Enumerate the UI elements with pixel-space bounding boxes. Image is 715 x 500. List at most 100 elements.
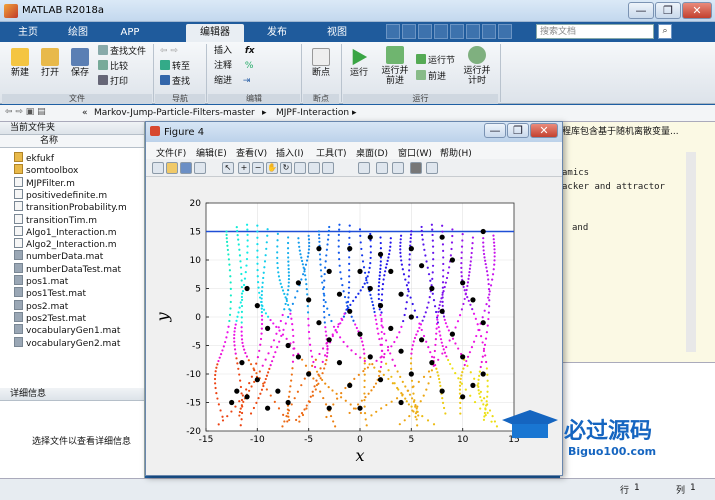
insert-legend-icon[interactable]	[376, 162, 388, 174]
quick-access-redo-icon[interactable]	[466, 24, 480, 39]
menu-edit[interactable]: 编辑(E)	[196, 146, 227, 159]
trajectory-point	[233, 337, 236, 340]
editor-scrollbar[interactable]	[686, 152, 696, 352]
show-plot-tools-icon[interactable]	[410, 162, 422, 174]
path-segment-repo[interactable]: Markov-Jump-Particle-Filters-master	[94, 108, 255, 118]
save-figure-icon[interactable]	[180, 162, 192, 174]
brush-icon[interactable]	[308, 162, 320, 174]
minimize-button[interactable]: —	[628, 2, 654, 19]
black-marker	[357, 331, 363, 337]
file-list-item[interactable]: ekfukf	[14, 152, 54, 164]
run-section-button[interactable]: 运行节	[416, 54, 455, 66]
path-root[interactable]: «	[82, 108, 88, 118]
quick-access-switch-icon[interactable]	[482, 24, 496, 39]
file-list-item[interactable]: numberDataTest.mat	[14, 262, 121, 275]
insert-button[interactable]: 插入 fx	[214, 45, 255, 57]
trajectory-point	[432, 258, 435, 261]
trajectory-point	[363, 282, 366, 285]
quick-access-cut-icon[interactable]	[402, 24, 416, 39]
quick-access-paste-icon[interactable]	[434, 24, 448, 39]
pointer-icon[interactable]: ↖	[222, 162, 234, 174]
run-and-advance-button[interactable]: 运行并 前进	[378, 46, 412, 86]
print-button[interactable]: 打印	[98, 75, 128, 87]
trajectory-point	[410, 348, 414, 351]
new-figure-icon[interactable]	[152, 162, 164, 174]
comment-button[interactable]: 注释 %	[214, 60, 253, 72]
file-list-item[interactable]: Algo1_Interaction.m	[14, 225, 117, 238]
search-input[interactable]: 搜索文档	[536, 24, 654, 39]
trajectory-point	[409, 240, 412, 243]
back-forward-buttons[interactable]: ⇦ ⇨	[160, 45, 178, 57]
open-button[interactable]: 打开	[36, 48, 64, 78]
quick-access-save-icon[interactable]	[386, 24, 400, 39]
tab-editor[interactable]: 编辑器	[186, 24, 244, 42]
pan-icon[interactable]: ✋	[266, 162, 278, 174]
trajectory-point	[457, 347, 460, 350]
figure-close-button[interactable]: ✕	[530, 123, 558, 138]
tab-home[interactable]: 主页	[8, 24, 48, 42]
goto-button[interactable]: 转至	[160, 60, 190, 72]
data-cursor-icon[interactable]	[294, 162, 306, 174]
save-button[interactable]: 保存	[66, 48, 94, 78]
tab-view[interactable]: 视图	[314, 24, 360, 42]
menu-file[interactable]: 文件(F)	[156, 146, 186, 159]
rotate-icon[interactable]: ↻	[280, 162, 292, 174]
hide-plot-tools-icon[interactable]	[392, 162, 404, 174]
new-button[interactable]: 新建	[6, 48, 34, 78]
zoom-out-icon[interactable]: −	[252, 162, 264, 174]
figure-maximize-button[interactable]: ❐	[507, 123, 529, 138]
menu-desktop[interactable]: 桌面(D)	[356, 146, 388, 159]
file-list-item[interactable]: MJPFilter.m	[14, 176, 75, 189]
path-segment-folder[interactable]: MJPF-Interaction	[276, 108, 349, 118]
folder-icon	[14, 164, 23, 175]
address-bar[interactable]: ⇦ ⇨ ▣ ▤ « Markov-Jump-Particle-Filters-m…	[0, 105, 715, 122]
quick-access-help-icon[interactable]	[498, 24, 512, 39]
file-list-item[interactable]: pos2Test.mat	[14, 311, 86, 324]
find-button[interactable]: 查找	[160, 75, 190, 87]
trajectory-point	[364, 418, 367, 421]
trajectory-point	[431, 228, 434, 231]
insert-colorbar-icon[interactable]	[358, 162, 370, 174]
trajectory-point	[338, 228, 341, 231]
file-list-item[interactable]: transitionTim.m	[14, 213, 97, 226]
compare-button[interactable]: 比较	[98, 60, 128, 72]
file-list-item[interactable]: pos1Test.mat	[14, 287, 86, 299]
tab-apps[interactable]: APP	[108, 24, 152, 42]
file-list-item[interactable]: somtoolbox	[14, 164, 78, 176]
file-list-item[interactable]: vocabularyGen2.mat	[14, 336, 120, 349]
menu-tools[interactable]: 工具(T)	[316, 146, 347, 159]
print-figure-icon[interactable]	[194, 162, 206, 174]
breakpoints-button[interactable]: 断点	[306, 48, 336, 78]
file-list-item[interactable]: Algo2_Interaction.m	[14, 238, 117, 250]
run-and-time-button[interactable]: 运行并 计时	[460, 46, 494, 86]
trajectory-point	[466, 284, 469, 288]
quick-access-undo-icon[interactable]	[450, 24, 464, 39]
advance-button[interactable]: 前进	[416, 70, 446, 82]
tab-publish[interactable]: 发布	[254, 24, 300, 42]
close-button[interactable]: ✕	[682, 2, 712, 19]
dock-figure-icon[interactable]	[426, 162, 438, 174]
find-files-button[interactable]: 查找文件	[98, 45, 146, 57]
menu-view[interactable]: 查看(V)	[236, 146, 267, 159]
zoom-in-icon[interactable]: +	[238, 162, 250, 174]
file-list-item[interactable]: vocabularyGen1.mat	[14, 324, 120, 336]
file-list-item[interactable]: pos1.mat	[14, 275, 68, 287]
menu-insert[interactable]: 插入(I)	[276, 146, 304, 159]
file-list-item[interactable]: pos2.mat	[14, 299, 68, 312]
file-list-item[interactable]: positivedefinite.m	[14, 188, 107, 201]
run-button[interactable]: 运行	[344, 48, 374, 78]
menu-window[interactable]: 窗口(W)	[398, 146, 432, 159]
open-file-icon[interactable]	[166, 162, 178, 174]
name-column-header[interactable]: 名称	[0, 135, 144, 148]
menu-help[interactable]: 帮助(H)	[440, 146, 472, 159]
quick-access-copy-icon[interactable]	[418, 24, 432, 39]
search-icon[interactable]: ⌕	[658, 24, 672, 39]
indent-button[interactable]: 缩进 ⇥	[214, 75, 250, 87]
maximize-button[interactable]: ❐	[655, 2, 681, 19]
file-list-item[interactable]: transitionProbability.m	[14, 201, 127, 213]
figure-minimize-button[interactable]: —	[484, 123, 506, 138]
tab-plots[interactable]: 绘图	[56, 24, 100, 42]
file-list-item[interactable]: numberData.mat	[14, 250, 103, 262]
nav-arrows-icon[interactable]: ⇦ ⇨ ▣ ▤	[5, 107, 46, 117]
link-plot-icon[interactable]	[322, 162, 334, 174]
